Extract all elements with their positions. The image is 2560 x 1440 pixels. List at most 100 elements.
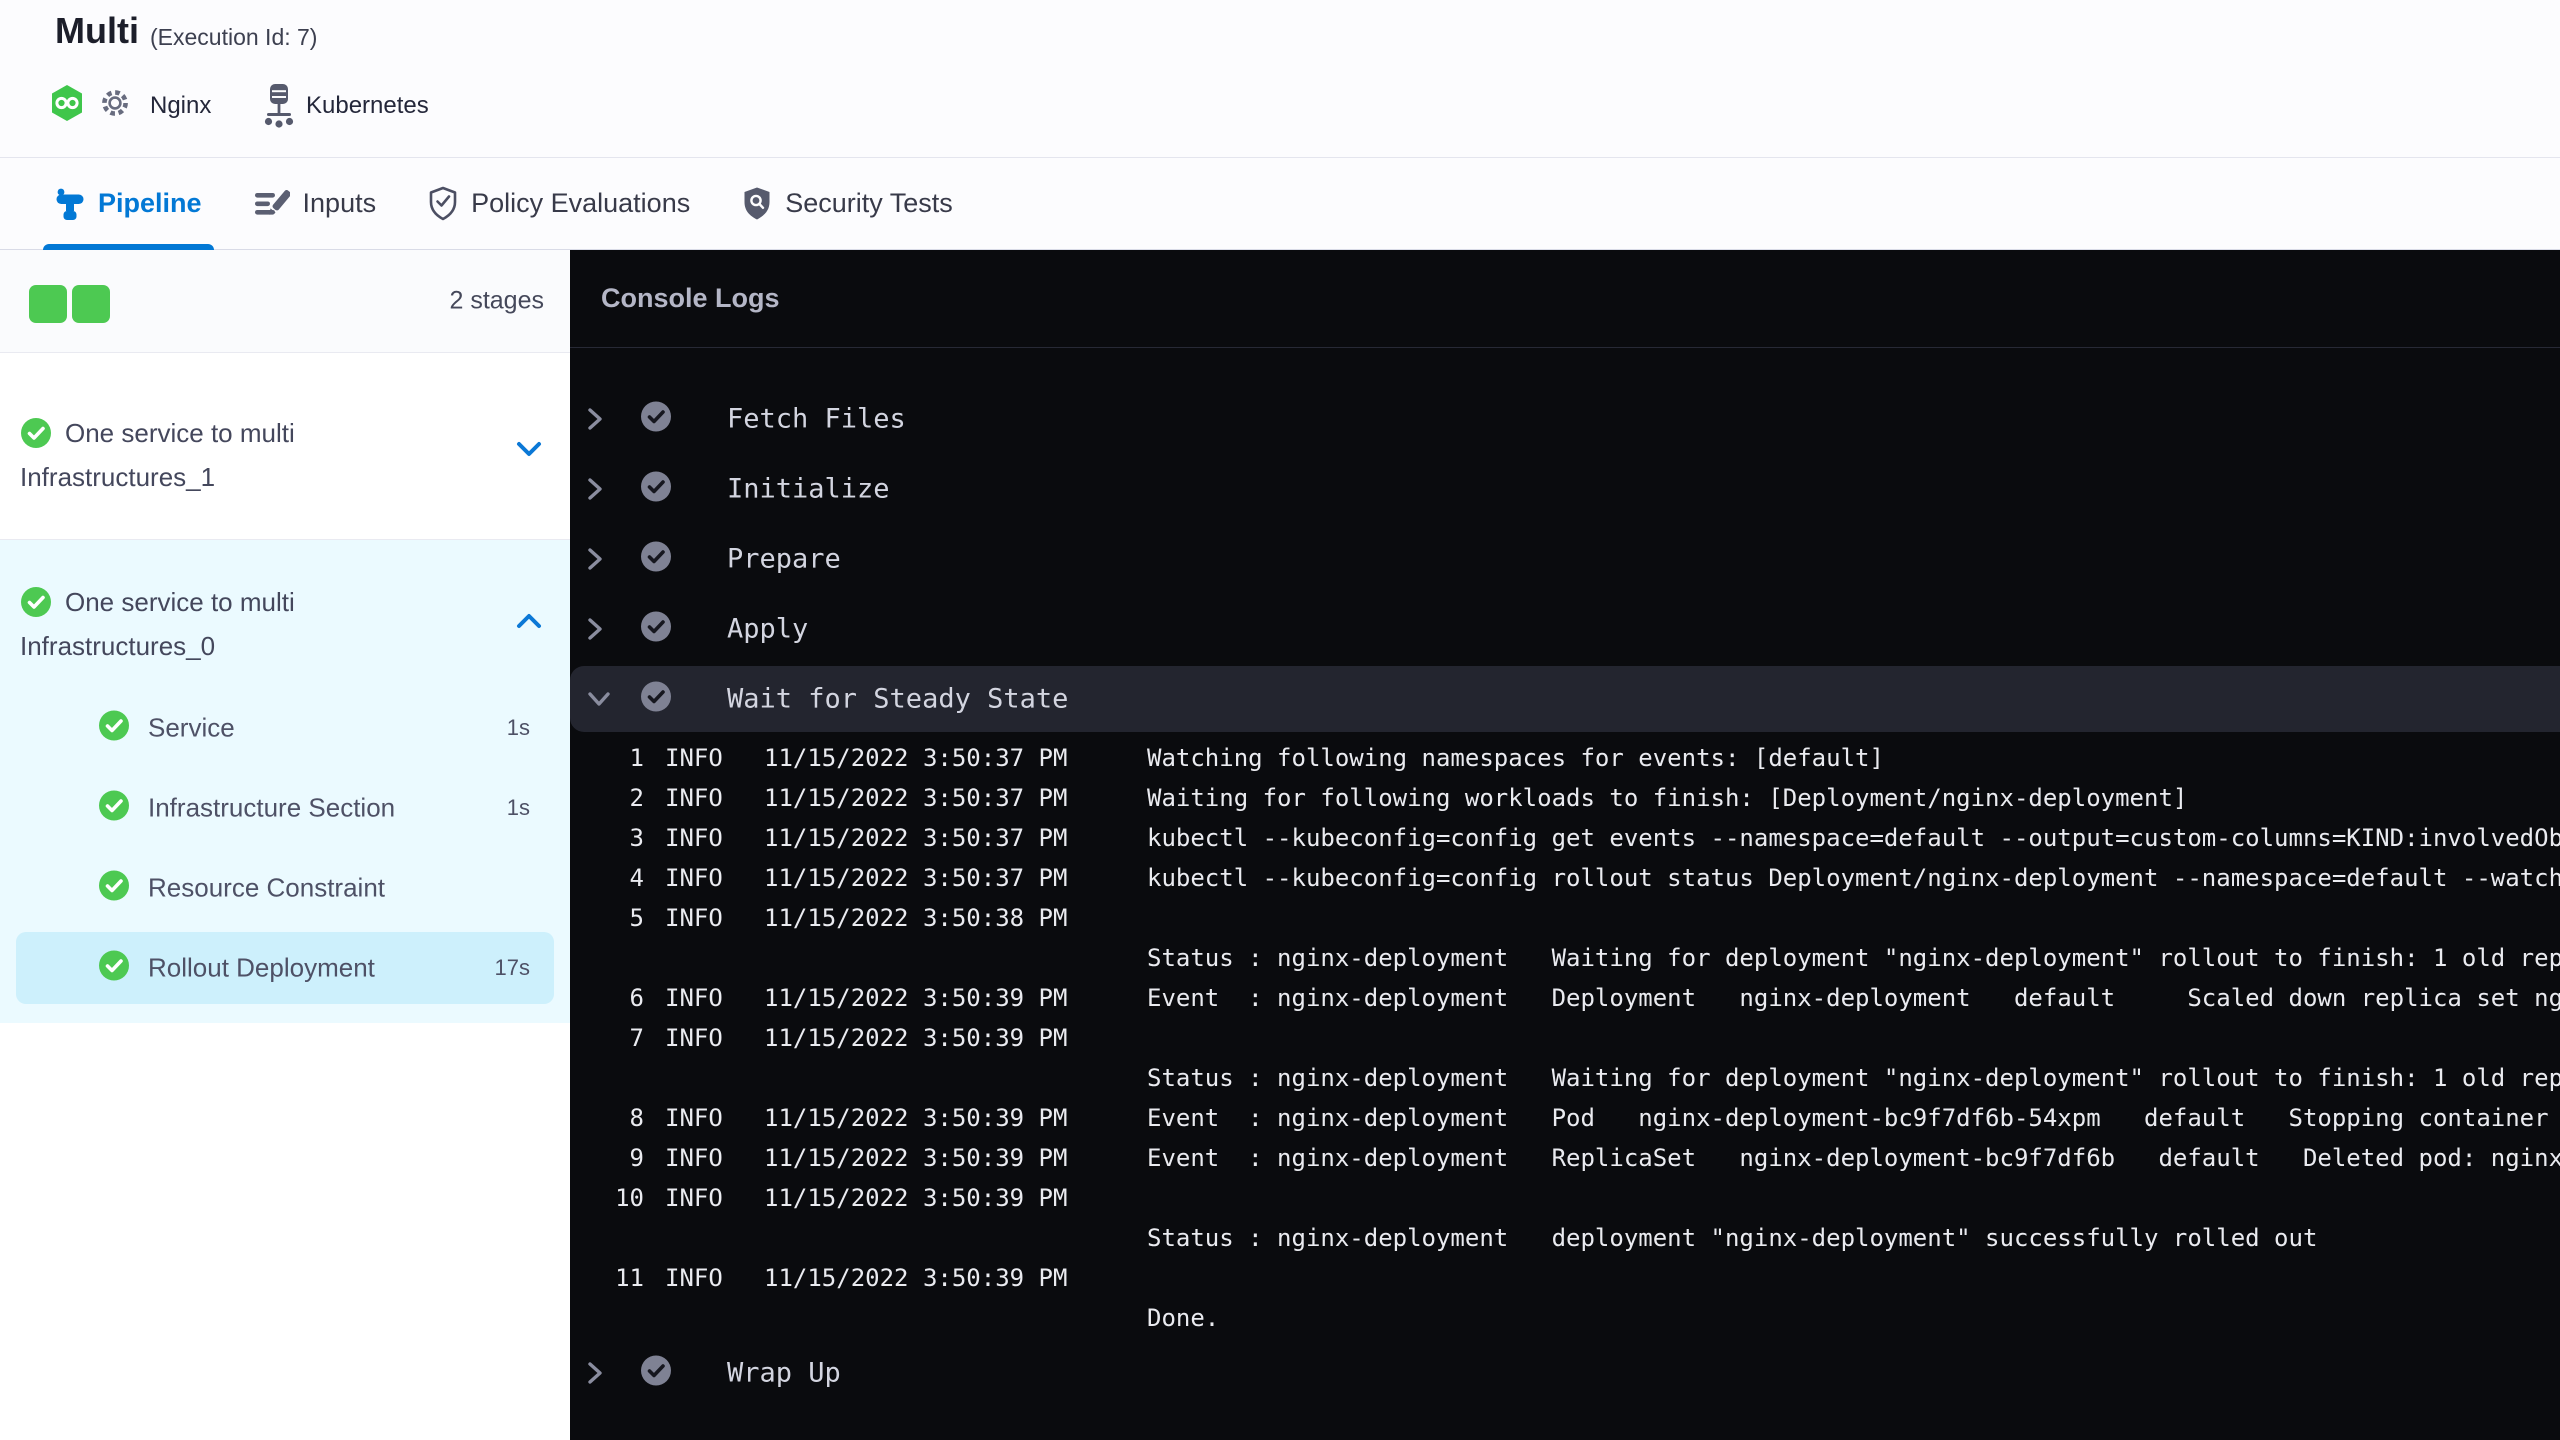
success-check-icon xyxy=(99,710,129,741)
log-line-number: 3 xyxy=(629,824,644,852)
log-timestamp: 11/15/2022 3:50:37 PM xyxy=(764,824,1068,852)
sidebar-step-label: Service xyxy=(148,712,235,743)
log-level: INFO xyxy=(665,864,723,892)
tab-label: Policy Evaluations xyxy=(471,188,691,218)
success-check-slot xyxy=(98,790,130,827)
log-level: INFO xyxy=(665,744,723,772)
log-message: Status : nginx-deployment Waiting for de… xyxy=(1147,944,2560,972)
step-success-icon-slot xyxy=(640,1355,672,1392)
stage-card-infrastructures-1[interactable]: One service to multi Infrastructures_1 xyxy=(0,353,570,540)
tab-policy-evaluations[interactable]: Policy Evaluations xyxy=(416,158,702,249)
stage-name[interactable]: One service to multi Infrastructures_0 xyxy=(20,584,400,665)
stage-name: One service to multi Infrastructures_1 xyxy=(20,418,295,492)
log-line-number: 7 xyxy=(629,1024,644,1052)
log-line: 3 INFO 11/15/2022 3:50:37 PM kubectl --k… xyxy=(570,818,2560,858)
log-line-number: 4 xyxy=(629,864,644,892)
log-level: INFO xyxy=(665,1104,723,1132)
log-level: INFO xyxy=(665,1184,723,1212)
log-message: Event : nginx-deployment Pod nginx-deplo… xyxy=(1147,1104,2560,1132)
chevron-up-icon[interactable] xyxy=(516,613,542,629)
chevron-right-icon xyxy=(588,548,602,570)
chevron-right-icon xyxy=(588,618,602,640)
step-success-icon xyxy=(641,611,671,642)
tab-pipeline[interactable]: Pipeline xyxy=(43,158,214,250)
sidebar-step-row[interactable]: Resource Constraint xyxy=(16,852,554,924)
log-message: kubectl --kubeconfig=config get events -… xyxy=(1147,824,2560,852)
console-step-row[interactable]: Apply xyxy=(570,594,2560,664)
infrastructure-icon xyxy=(264,84,294,128)
console-step-label: Prepare xyxy=(727,543,841,575)
chevron-down-icon[interactable] xyxy=(516,441,542,457)
sidebar-step-row[interactable]: Rollout Deployment 17s xyxy=(16,932,554,1004)
log-line: 6 INFO 11/15/2022 3:50:39 PM Event : ngi… xyxy=(570,978,2560,1018)
sidebar-step-label: Rollout Deployment xyxy=(148,952,375,983)
success-check-slot xyxy=(20,586,52,628)
log-line-number xyxy=(570,1058,644,1098)
log-message: kubectl --kubeconfig=config rollout stat… xyxy=(1147,864,2560,892)
chevron-right-icon xyxy=(588,408,602,430)
console-step-row[interactable]: Wrap Up xyxy=(570,1338,2560,1408)
log-line: Status : nginx-deployment Waiting for de… xyxy=(570,938,2560,978)
log-timestamp: 11/15/2022 3:50:37 PM xyxy=(764,784,1068,812)
tab-inputs[interactable]: Inputs xyxy=(242,158,389,249)
step-success-icon xyxy=(641,471,671,502)
chevron-down-icon xyxy=(588,692,610,706)
stage-status-square xyxy=(72,285,110,323)
log-line-number: 1 xyxy=(629,744,644,772)
stage-card-infrastructures-0: One service to multi Infrastructures_0 S… xyxy=(0,540,570,1023)
step-success-icon xyxy=(641,681,671,712)
log-line: Status : nginx-deployment deployment "ng… xyxy=(570,1218,2560,1258)
console-step-row[interactable]: Prepare xyxy=(570,524,2560,594)
page-title: Multi xyxy=(55,10,139,51)
log-timestamp: 11/15/2022 3:50:39 PM xyxy=(764,1024,1068,1052)
step-success-icon-slot xyxy=(640,611,672,648)
log-message: Watching following namespaces for events… xyxy=(1147,744,1884,772)
sidebar-step-duration: 1s xyxy=(506,795,530,820)
log-timestamp: 11/15/2022 3:50:38 PM xyxy=(764,904,1068,932)
tab-security-tests[interactable]: Security Tests xyxy=(730,158,965,249)
log-line-number: 5 xyxy=(629,904,644,932)
success-check-icon xyxy=(21,418,51,448)
console-step-row[interactable]: Fetch Files xyxy=(570,384,2560,454)
log-level: INFO xyxy=(665,1144,723,1172)
success-check-icon xyxy=(99,870,129,901)
log-level: INFO xyxy=(665,784,723,812)
harness-cd-icon xyxy=(52,85,82,121)
success-check-slot xyxy=(98,950,130,987)
log-level: INFO xyxy=(665,984,723,1012)
console-step-row[interactable]: Wait for Steady State xyxy=(570,666,2560,732)
console-step-label: Wait for Steady State xyxy=(727,683,1069,715)
tab-label: Pipeline xyxy=(98,188,202,218)
log-timestamp: 11/15/2022 3:50:37 PM xyxy=(764,744,1068,772)
chevron-right-icon xyxy=(588,478,602,500)
console-step-label: Wrap Up xyxy=(727,1357,841,1389)
log-level: INFO xyxy=(665,1024,723,1052)
log-level: INFO xyxy=(665,904,723,932)
console-step-label: Fetch Files xyxy=(727,403,906,435)
stage-count: 2 stages xyxy=(449,286,544,315)
log-line: 10 INFO 11/15/2022 3:50:39 PM xyxy=(570,1178,2560,1218)
tab-label: Security Tests xyxy=(785,188,953,218)
console-step-label: Apply xyxy=(727,613,809,645)
infrastructure-name-label[interactable]: Kubernetes xyxy=(306,92,429,120)
gear-icon xyxy=(102,90,128,116)
log-line: 8 INFO 11/15/2022 3:50:39 PM Event : ngi… xyxy=(570,1098,2560,1138)
log-timestamp: 11/15/2022 3:50:37 PM xyxy=(764,864,1068,892)
success-check-slot xyxy=(98,710,130,747)
console-step-row[interactable]: Initialize xyxy=(570,454,2560,524)
log-line: Done. xyxy=(570,1298,2560,1338)
log-message: Status : nginx-deployment deployment "ng… xyxy=(1147,1224,2318,1252)
sidebar-step-row[interactable]: Infrastructure Section 1s xyxy=(16,772,554,844)
sidebar-step-row[interactable]: Service 1s xyxy=(16,692,554,764)
log-timestamp: 11/15/2022 3:50:39 PM xyxy=(764,1264,1068,1292)
pipeline-execution-screen: Multi (Execution Id: 7) Nginx Kubernetes… xyxy=(0,0,2560,1440)
policy-shield-icon xyxy=(429,186,457,220)
console-content: Fetch Files Initialize Prepare Apply Wai… xyxy=(570,348,2560,1440)
service-name-label[interactable]: Nginx xyxy=(150,92,211,120)
step-success-icon-slot xyxy=(640,681,672,718)
chevron-right-icon xyxy=(588,1362,602,1384)
stage-status-square xyxy=(29,285,67,323)
inputs-icon xyxy=(254,189,290,215)
sidebar-step-label: Resource Constraint xyxy=(148,872,385,903)
stage-step-list: Service 1s Infrastructure Section 1s Res… xyxy=(0,692,570,1004)
